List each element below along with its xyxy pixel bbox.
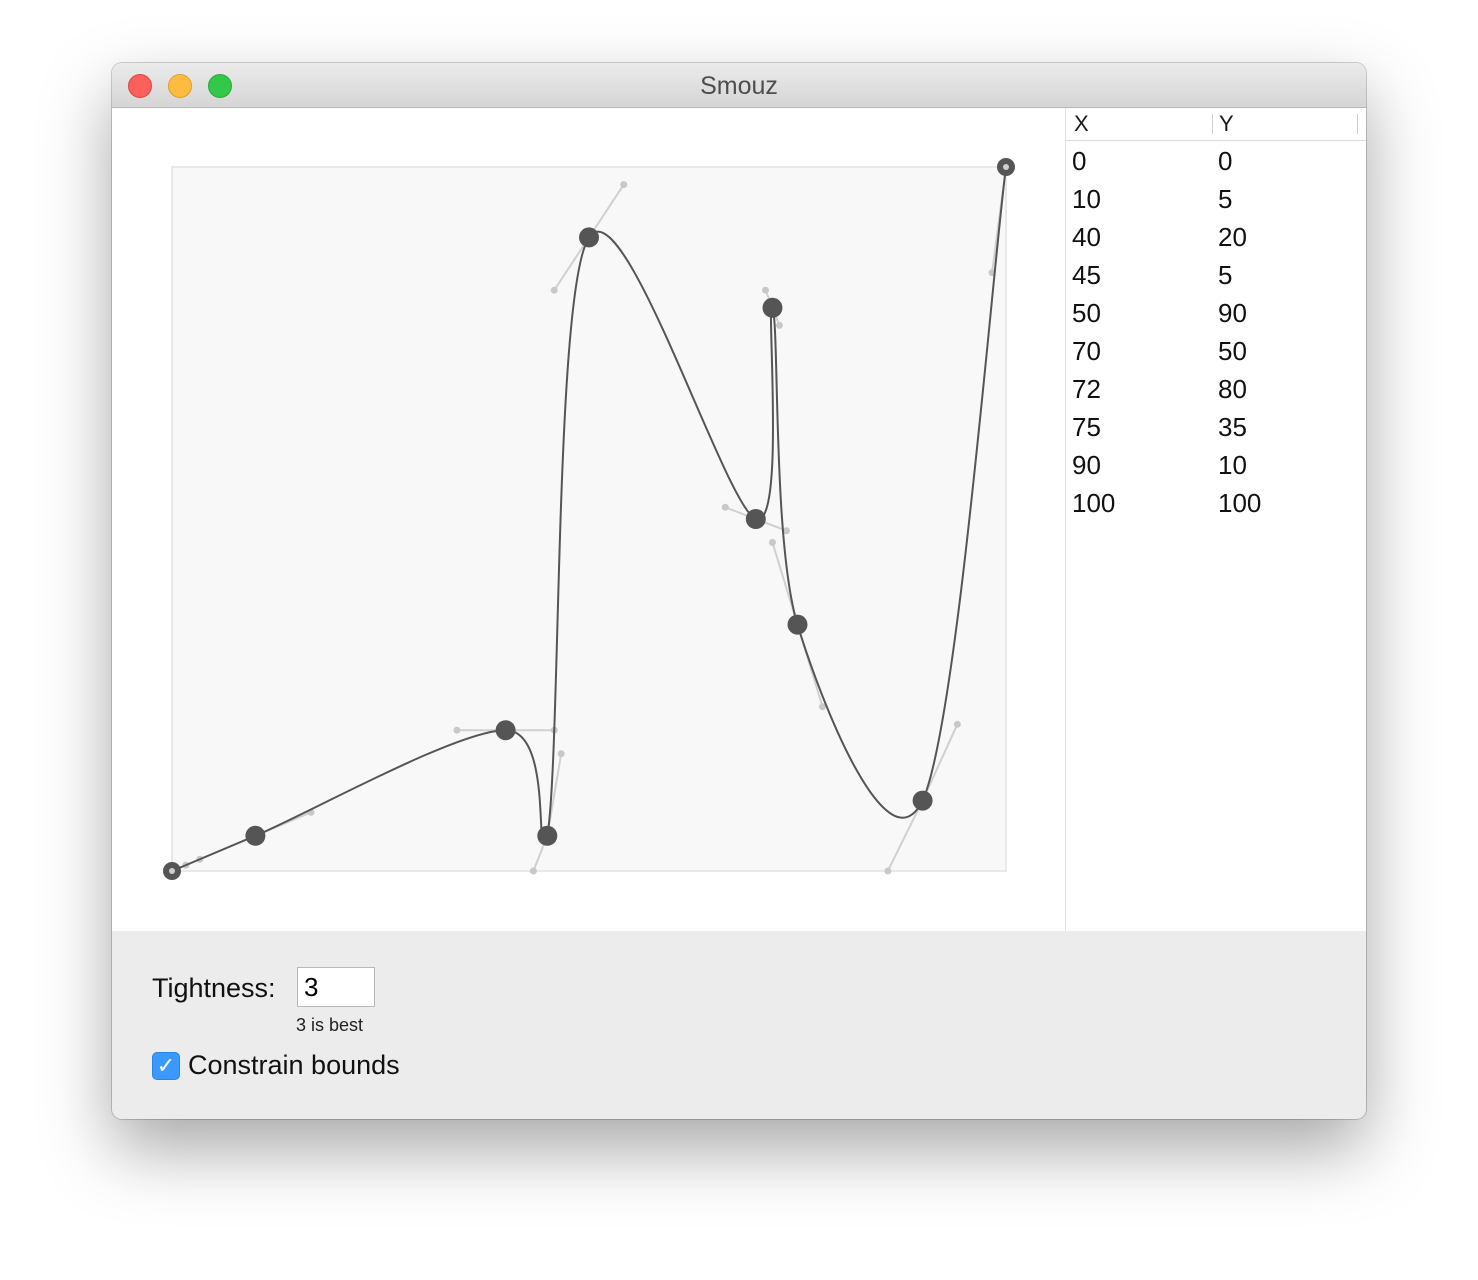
plot-background [171, 166, 1007, 872]
window-title: Smouz [700, 72, 778, 100]
constrain-bounds-checkbox[interactable]: ✓ [152, 1052, 180, 1080]
cell-y[interactable]: 0 [1218, 146, 1232, 177]
cell-x[interactable]: 70 [1072, 336, 1101, 367]
endpoint-marker [169, 868, 175, 874]
data-point[interactable] [762, 297, 783, 318]
table-row[interactable]: 72 80 [1066, 372, 1366, 410]
cell-x[interactable]: 75 [1072, 412, 1101, 443]
cell-y[interactable]: 100 [1218, 488, 1261, 519]
app-window: Smouz X Y 00 10 5 40 20 45 5 50 90 70 50 72 80… [112, 63, 1366, 1119]
cell-x[interactable]: 50 [1072, 298, 1101, 329]
control-handle-point [884, 867, 892, 875]
cell-x[interactable]: 45 [1072, 260, 1101, 291]
constrain-bounds-label[interactable]: Constrain bounds [188, 1050, 400, 1081]
points-table[interactable]: X Y 00 10 5 40 20 45 5 50 90 70 50 72 80 75 35 … [1065, 108, 1366, 931]
data-point[interactable] [537, 825, 558, 846]
table-row[interactable]: 90 10 [1066, 448, 1366, 486]
control-handle-point [721, 503, 729, 511]
cell-x[interactable]: 10 [1072, 184, 1101, 215]
data-point[interactable] [495, 720, 516, 741]
cell-y[interactable]: 90 [1218, 298, 1247, 329]
cell-y[interactable]: 5 [1218, 184, 1232, 215]
control-handle-point [529, 867, 537, 875]
cell-y[interactable]: 50 [1218, 336, 1247, 367]
tightness-hint: 3 is best [296, 1015, 364, 1035]
cell-x[interactable]: 100 [1072, 488, 1115, 519]
table-row[interactable]: 45 5 [1066, 258, 1366, 296]
control-handle-point [762, 286, 770, 294]
table-row[interactable]: 00 [1066, 144, 1366, 182]
control-handle-point [775, 321, 783, 329]
curve-editor[interactable] [112, 108, 1065, 931]
cell-x[interactable]: 72 [1072, 374, 1101, 405]
cell-x[interactable]: 90 [1072, 450, 1101, 481]
controls-panel: Tightness: 3 is best ✓ Constrain bounds [112, 931, 1366, 1119]
table-header: X Y [1066, 108, 1366, 141]
cell-y[interactable]: 80 [1218, 374, 1247, 405]
data-point[interactable] [245, 825, 266, 846]
control-handle-point [557, 750, 565, 758]
data-point[interactable] [745, 509, 766, 529]
table-row[interactable]: 100 100 [1066, 486, 1366, 524]
control-handle-point [953, 720, 961, 728]
cell-x[interactable]: 40 [1072, 222, 1101, 253]
control-handle-point [550, 286, 558, 294]
table-row[interactable]: 50 90 [1066, 296, 1366, 334]
data-point[interactable] [787, 614, 808, 635]
cell-y[interactable]: 20 [1218, 222, 1247, 253]
title-bar[interactable]: Smouz [112, 63, 1366, 108]
tightness-input[interactable] [297, 967, 375, 1007]
cell-y[interactable]: 35 [1218, 412, 1247, 443]
column-separator[interactable] [1357, 114, 1358, 134]
data-point[interactable] [912, 790, 933, 811]
table-row[interactable]: 10 5 [1066, 182, 1366, 220]
table-row[interactable]: 75 35 [1066, 410, 1366, 448]
curve-plot[interactable] [112, 108, 1065, 931]
cell-x[interactable]: 0 [1072, 146, 1086, 177]
checkmark-icon: ✓ [156, 1054, 176, 1079]
column-header-y[interactable]: Y [1219, 111, 1234, 137]
control-handle-point [768, 538, 776, 546]
table-row[interactable]: 40 20 [1066, 220, 1366, 258]
cell-y[interactable]: 5 [1218, 260, 1232, 291]
table-row[interactable]: 70 50 [1066, 334, 1366, 372]
table-body: 00 10 5 40 20 45 5 50 90 70 50 72 80 75 35 90 10… [1066, 144, 1366, 524]
column-header-x[interactable]: X [1074, 111, 1089, 137]
data-point[interactable] [579, 227, 599, 248]
column-separator[interactable] [1212, 114, 1213, 134]
content-area: X Y 00 10 5 40 20 45 5 50 90 70 50 72 80 75 35 … [112, 108, 1366, 931]
control-handle-point [453, 726, 461, 734]
control-handle-point [620, 181, 628, 189]
endpoint-marker [1003, 164, 1009, 170]
cell-y[interactable]: 10 [1218, 450, 1247, 481]
tightness-label: Tightness: [152, 973, 276, 1003]
